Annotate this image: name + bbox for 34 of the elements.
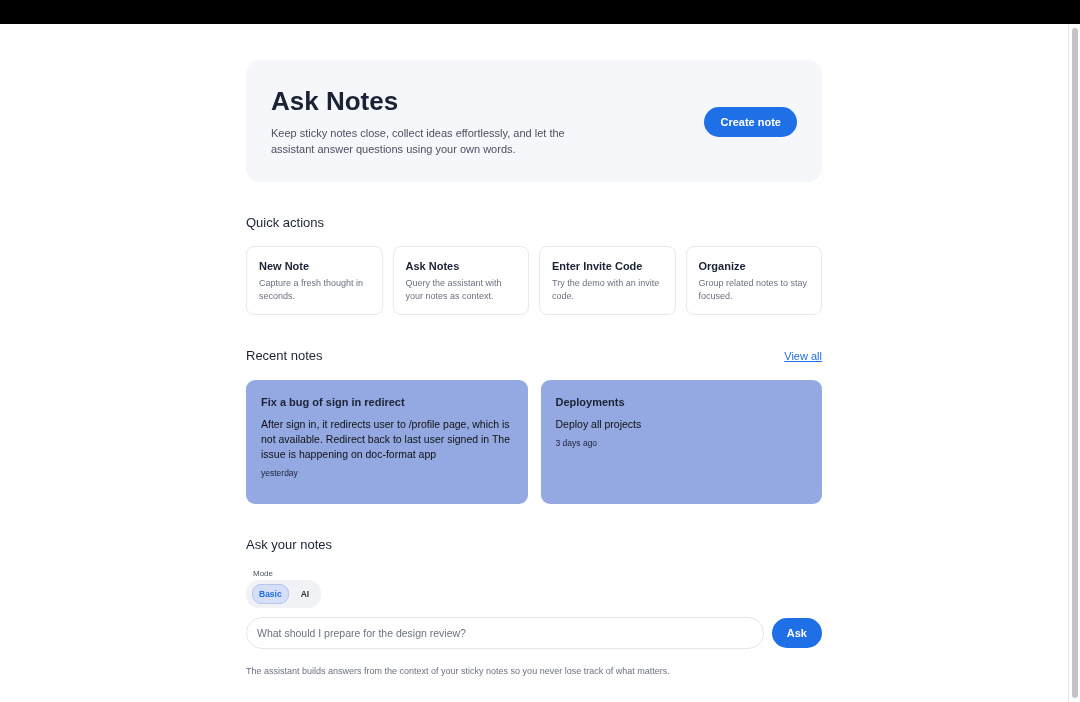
question-field[interactable]: What should I prepare for the design review? (246, 617, 764, 649)
mode-label: Mode (253, 569, 274, 578)
card-description: Try the demo with an invite code. (552, 277, 661, 302)
mode-option[interactable]: AI (294, 584, 316, 604)
quick-action-card[interactable]: Organize Group related notes to stay focused. (685, 246, 822, 315)
card-title: New Note (259, 260, 311, 272)
card-title: Enter Invite Code (552, 260, 644, 272)
card-title: Ask Notes (405, 260, 461, 272)
create-note-button[interactable]: Create note (704, 106, 797, 137)
note-title: Deployments (555, 396, 626, 408)
page-title: Ask Notes (271, 86, 400, 117)
note-card[interactable]: Fix a bug of sign in redirect After sign in, it redirects user to /profile page, which is not available. Redirect back to last user signed in The issue is happening on doc-format app yesterday (246, 380, 528, 504)
card-description: Group related notes to stay focused. (698, 277, 809, 302)
view-all-link[interactable]: View all (784, 349, 822, 362)
card-description: Query the assistant with your notes as context. (405, 277, 503, 302)
card-description: Capture a fresh thought in seconds. (259, 277, 365, 302)
mode-option[interactable]: Basic (252, 584, 289, 604)
quick-action-card[interactable]: Enter Invite Code Try the demo with an invite code. (539, 246, 676, 315)
footnote: The assistant builds answers from the context of your sticky notes so you never lose track of what matters. (246, 666, 671, 676)
ask-button[interactable]: Ask (771, 618, 822, 648)
quick-action-card[interactable]: New Note Capture a fresh thought in seconds. (246, 246, 383, 315)
note-body: After sign in, it redirects user to /profile page, which is not available. Redirect back to last user signed in The issue is happening on doc-format app (261, 417, 512, 462)
note-card[interactable]: Deployments Deploy all projects 3 days ago (540, 380, 822, 504)
note-body: Deploy all projects (555, 417, 643, 432)
card-title: Organize (698, 260, 747, 272)
note-time: yesterday (261, 468, 299, 478)
note-title: Fix a bug of sign in redirect (261, 396, 406, 408)
hero-description: Keep sticky notes close, collect ideas effortlessly, and let the assistant answer questions using your own words. (271, 126, 566, 157)
quick-action-card[interactable]: Ask Notes Query the assistant with your notes as context. (392, 246, 529, 315)
section-heading: Ask your notes (246, 537, 333, 552)
section-heading: Recent notes (246, 348, 323, 363)
section-heading: Quick actions (246, 215, 326, 230)
note-time: 3 days ago (555, 438, 599, 448)
scrollbar[interactable] (1068, 24, 1080, 702)
